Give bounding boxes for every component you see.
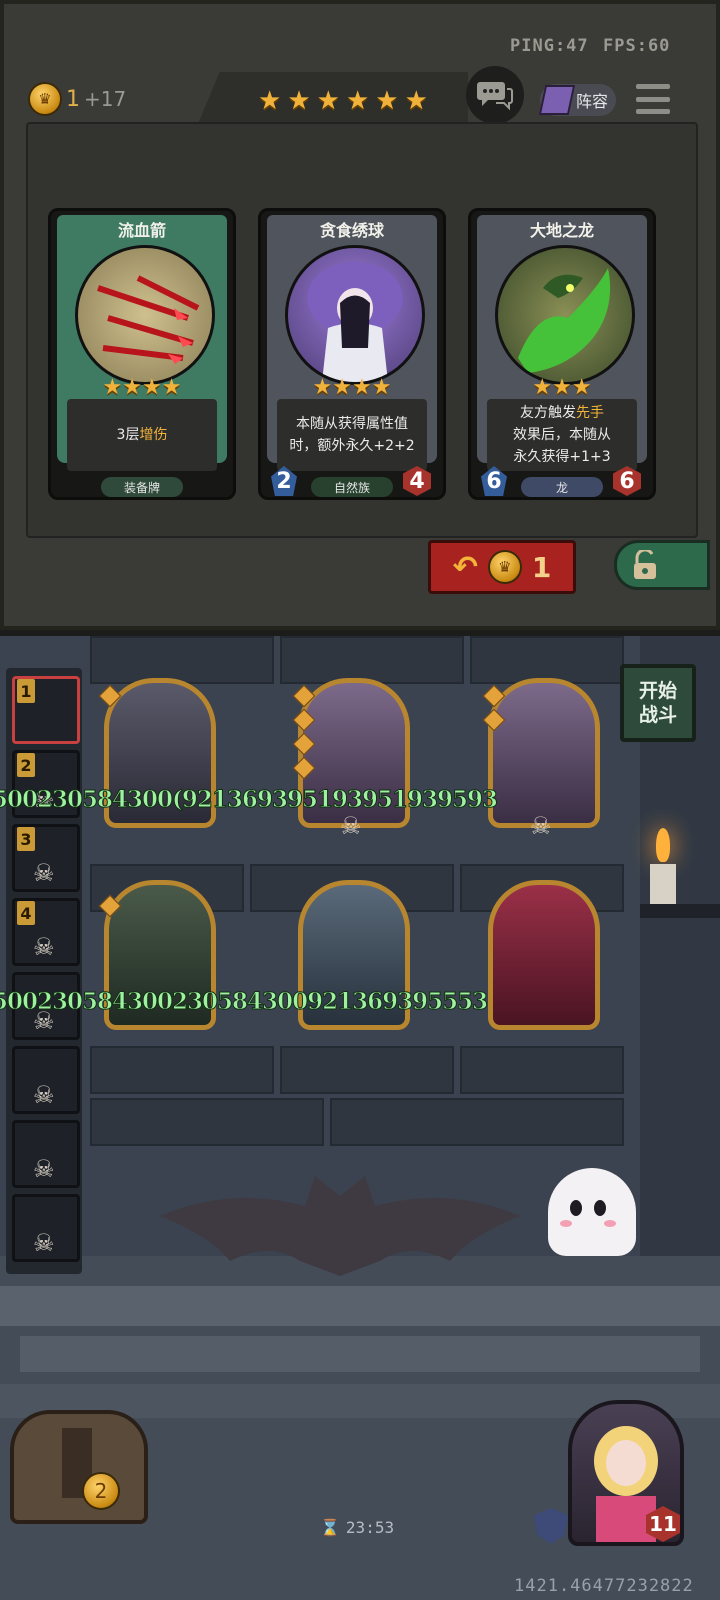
card-type-tag: 龙 — [521, 477, 603, 497]
shop-card-gluttonous-hydrangea[interactable]: 贪食绣球 ★★★★ 本随从获得属性值 时，额外永久+2+2 2 自然族 4 — [258, 208, 446, 500]
card-stars: ★★★ — [532, 375, 592, 400]
shop-card-earth-dragon[interactable]: 大地之龙 ★★★ 友方触发先手 效果后，本随从 永久获得+1+3 6 龙 6 — [468, 208, 656, 500]
skull-icon: ☠ — [33, 1155, 55, 1183]
lineup-button[interactable]: 阵容 — [538, 84, 616, 116]
gold-coin-icon: ♛ — [28, 82, 62, 116]
gold-income: +17 — [84, 87, 127, 111]
gold-counter: ♛ 1 +17 — [28, 82, 126, 116]
roster-slot[interactable]: ☠ — [12, 1046, 80, 1114]
tavern-star: ★ — [375, 86, 399, 116]
chest-count: 2 — [82, 1472, 120, 1510]
debug-coordinate-readout: 1421.46477232822 — [514, 1576, 694, 1596]
shop-panel: PING:47 FPS:60 ♛ 1 +17 ★ ★ ★ ★ ★ ★ 阵容 流血… — [0, 0, 720, 636]
menu-button[interactable] — [636, 84, 670, 114]
refresh-cost: 1 — [531, 550, 552, 584]
card-name: 流血箭 — [57, 215, 227, 243]
turn-timer: ⌛ 23:53 — [320, 1518, 394, 1537]
damage-numbers-row-2: 500230584300230584300921369395553 — [0, 988, 489, 1015]
hourglass-icon: ⌛ — [320, 1518, 340, 1537]
lineup-label: 阵容 — [576, 92, 609, 111]
card-description: 友方触发先手 效果后，本随从 永久获得+1+3 — [487, 399, 637, 471]
skull-icon: ☠ — [33, 933, 55, 961]
start-battle-label-2: 战斗 — [638, 704, 677, 726]
skull-icon: ☠ — [33, 1081, 55, 1109]
card-type-tag: 自然族 — [311, 477, 393, 497]
card-name: 大地之龙 — [477, 215, 647, 243]
skull-icon: ☠ — [33, 1229, 55, 1257]
skull-icon: ☠ — [33, 859, 55, 887]
start-battle-button[interactable]: 开始 战斗 — [620, 664, 696, 742]
bat-ornament-icon — [160, 1176, 520, 1276]
timer-value: 23:53 — [345, 1518, 395, 1537]
chat-button[interactable] — [466, 66, 524, 124]
damage-numbers-row-1: 500230584300(921369395193951939593 — [0, 786, 499, 813]
card-art-arrows — [75, 245, 215, 385]
card-type-tag: 装备牌 — [101, 477, 183, 497]
tavern-star: ★ — [287, 86, 311, 116]
card-stars: ★★★★ — [312, 375, 392, 400]
tavern-star: ★ — [404, 86, 428, 116]
roster-slot-number: 2 — [17, 753, 35, 777]
roster-slot[interactable]: ☠ — [12, 1120, 80, 1188]
shop-card-bleeding-arrow[interactable]: 流血箭 ★★★★ 3层增伤 装备牌 — [48, 208, 236, 500]
tavern-stars: ★ ★ ★ ★ ★ ★ — [258, 88, 428, 114]
treasure-chest[interactable] — [10, 1410, 148, 1524]
fps-readout: FPS:60 — [603, 36, 671, 56]
gold-coin-icon: ♛ — [487, 550, 522, 584]
chat-bubble-icon — [477, 82, 513, 111]
start-battle-label-1: 开始 — [638, 680, 677, 702]
roster-slot-number: 4 — [17, 901, 35, 925]
card-name: 贪食绣球 — [267, 215, 437, 243]
card-art-flower-girl — [285, 245, 425, 385]
card-description: 3层增伤 — [67, 399, 217, 471]
roster-slot[interactable]: ☠ — [12, 1194, 80, 1262]
roster-slot[interactable]: 4 ☠ — [12, 898, 80, 966]
card-description: 本随从获得属性值 时，额外永久+2+2 — [277, 399, 427, 471]
deathrattle-skull-icon: ☠ — [340, 812, 362, 840]
candle-icon — [640, 828, 720, 928]
roster-slot[interactable]: 3 ☠ — [12, 824, 80, 892]
roster-slot-number: 1 — [17, 679, 35, 703]
tavern-star: ★ — [345, 86, 370, 116]
ghost-pet[interactable] — [548, 1168, 636, 1256]
unlock-icon — [634, 550, 656, 579]
ping-readout: PING:47 — [510, 36, 589, 56]
deathrattle-skull-icon: ☠ — [530, 812, 552, 840]
refresh-button[interactable]: ↶ ♛ 1 — [428, 540, 576, 594]
lock-shop-button[interactable] — [614, 540, 710, 590]
tavern-star: ★ — [316, 86, 340, 116]
roster-slot[interactable]: 1 — [12, 676, 80, 744]
gold-amount: 1 — [66, 86, 80, 112]
refresh-arrow-icon: ↶ — [452, 549, 478, 585]
card-art-dragon — [495, 245, 635, 385]
menu-icon — [636, 84, 670, 89]
tavern-star: ★ — [258, 86, 282, 116]
roster-slot-number: 3 — [17, 827, 35, 851]
book-icon — [538, 85, 576, 115]
card-stars: ★★★★ — [102, 375, 182, 400]
